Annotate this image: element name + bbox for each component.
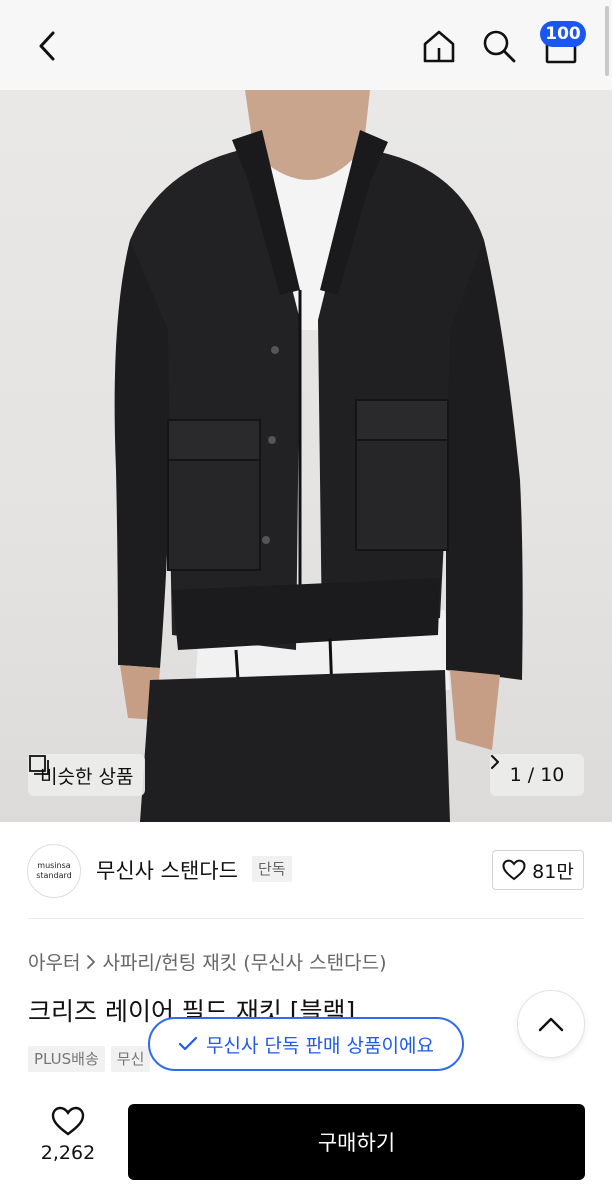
scroll-to-top-button[interactable]: [517, 990, 585, 1058]
product-photo: [114, 90, 523, 822]
wishlist-button[interactable]: 2,262: [28, 1106, 108, 1176]
back-button[interactable]: [24, 22, 72, 70]
product-chip: 무신: [110, 1046, 151, 1072]
breadcrumb: 아우터 사파리/헌팅 재킷 (무신사 스탠다드): [28, 948, 387, 975]
home-button[interactable]: [414, 22, 464, 70]
top-bar: 100: [0, 0, 612, 90]
divider: [28, 918, 584, 919]
chevron-right-icon: [87, 954, 96, 969]
exclusive-toast: 무신사 단독 판매 상품이에요: [148, 1017, 464, 1071]
similar-products-button[interactable]: 비슷한 상품: [28, 754, 146, 796]
brand-row: musinsa standard 무신사 스탠다드 단독 81만: [0, 822, 612, 918]
product-image-carousel[interactable]: 비슷한 상품 1 / 10: [0, 90, 612, 822]
chevron-left-icon: [39, 31, 55, 61]
search-icon: [483, 30, 516, 63]
bottom-action-bar: 2,262 구매하기: [0, 1090, 612, 1200]
image-pager[interactable]: 1 / 10: [490, 754, 584, 796]
wishlist-count: 2,262: [40, 1142, 96, 1164]
scrollbar[interactable]: [605, 6, 609, 76]
product-chips: PLUS배송 무신: [28, 1046, 151, 1072]
toast-text: 무신사 단독 판매 상품이에요: [206, 1034, 434, 1057]
chevron-up-icon: [538, 1017, 564, 1032]
heart-icon: [502, 859, 526, 881]
heart-icon: [51, 1106, 85, 1136]
chevron-right-icon: [491, 755, 499, 769]
brand-name-link[interactable]: 무신사 스탠다드: [96, 855, 238, 885]
similar-products-label: 비슷한 상품: [40, 765, 134, 788]
search-button[interactable]: [474, 22, 524, 70]
breadcrumb-category[interactable]: 아우터: [28, 948, 80, 975]
image-page-indicator: 1 / 10: [509, 764, 565, 786]
exclusive-badge: 단독: [252, 856, 292, 882]
brand-like-count: 81만: [532, 860, 574, 883]
similar-items-icon: [29, 755, 49, 775]
buy-button[interactable]: 구매하기: [128, 1104, 585, 1180]
check-icon: [178, 1036, 198, 1051]
brand-like-button[interactable]: 81만: [492, 850, 584, 890]
breadcrumb-subcategory[interactable]: 사파리/헌팅 재킷 (무신사 스탠다드): [102, 948, 386, 975]
delivery-chip: PLUS배송: [28, 1046, 105, 1072]
brand-logo-line1: musinsa: [37, 861, 71, 870]
brand-logo[interactable]: musinsa standard: [27, 844, 81, 898]
home-icon: [423, 30, 455, 63]
cart-count-badge: 100: [540, 21, 586, 47]
brand-logo-line2: standard: [36, 871, 72, 880]
